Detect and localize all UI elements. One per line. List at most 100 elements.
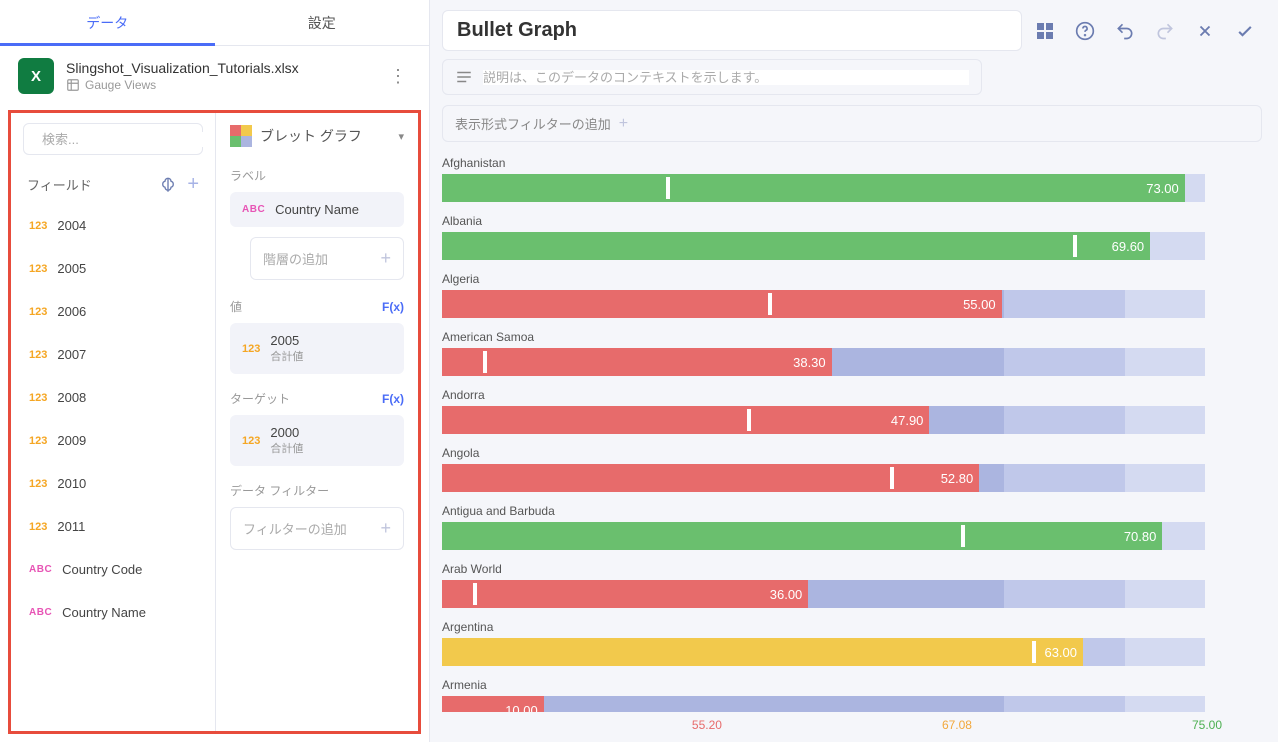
label-section-title: ラベル — [230, 167, 404, 184]
bullet-row: Argentina 63.00 — [442, 620, 1256, 666]
excel-icon: X — [18, 58, 54, 94]
field-item[interactable]: ABCCountry Code — [17, 548, 209, 591]
add-field-icon[interactable]: + — [187, 173, 199, 196]
bullet-row: Arab World 36.00 — [442, 562, 1256, 608]
field-type-badge: ABC — [29, 564, 52, 575]
grid-view-icon[interactable] — [1028, 14, 1062, 48]
field-type-badge: 123 — [29, 306, 47, 318]
close-icon[interactable] — [1188, 14, 1222, 48]
field-item[interactable]: 123 2004 — [17, 204, 209, 247]
chevron-down-icon: ▾ — [398, 130, 404, 143]
bullet-label: Albania — [442, 214, 1256, 228]
confirm-icon[interactable] — [1228, 14, 1262, 48]
bullet-target-mark — [483, 351, 487, 373]
redo-icon[interactable] — [1148, 14, 1182, 48]
fields-editor-region: フィールド + 12320041232005123200612320071232… — [8, 110, 421, 734]
field-item[interactable]: 123 2008 — [17, 376, 209, 419]
search-input[interactable] — [23, 123, 203, 155]
field-item[interactable]: 123 2005 — [17, 247, 209, 290]
bullet-bar: 52.80 — [442, 464, 1256, 492]
bullet-graph-icon — [230, 125, 252, 147]
bullet-label: Afghanistan — [442, 156, 1256, 170]
bullet-bar: 70.80 — [442, 522, 1256, 550]
value-chip[interactable]: 123 2005 合計値 — [230, 323, 404, 374]
bullet-bar: 63.00 — [442, 638, 1256, 666]
field-item[interactable]: 1232010 — [17, 462, 209, 505]
bullet-bar: 47.90 — [442, 406, 1256, 434]
target-section-title: ターゲット — [230, 390, 290, 407]
file-more-icon[interactable]: ⋮ — [385, 62, 411, 91]
bullet-label: Arab World — [442, 562, 1256, 576]
bullet-label: Angola — [442, 446, 1256, 460]
field-name: 2011 — [57, 519, 85, 534]
bullet-target-mark — [890, 467, 894, 489]
sheet-name: Gauge Views — [66, 78, 373, 92]
add-hierarchy-button[interactable]: 階層の追加+ — [250, 237, 404, 280]
bullet-label: Armenia — [442, 678, 1256, 692]
field-name: 2010 — [57, 476, 86, 491]
file-row: X Slingshot_Visualization_Tutorials.xlsx… — [0, 46, 429, 106]
bullet-target-mark — [473, 583, 477, 605]
field-name: 2004 — [57, 218, 86, 233]
bullet-label: Algeria — [442, 272, 1256, 286]
bullet-row: Angola 52.80 — [442, 446, 1256, 492]
viz-title-input[interactable] — [442, 10, 1022, 51]
fx-button-target[interactable]: F(x) — [382, 392, 404, 406]
description-input[interactable] — [442, 59, 982, 95]
tab-settings[interactable]: 設定 — [215, 0, 430, 45]
bullet-value-bar: 73.00 — [442, 174, 1185, 202]
right-panel: 表示形式フィルターの追加+ Afghanistan 73.00 Albania … — [430, 0, 1278, 742]
bullet-value-bar: 55.00 — [442, 290, 1002, 318]
bullet-target-mark — [1073, 235, 1077, 257]
bullet-label: American Samoa — [442, 330, 1256, 344]
tab-data[interactable]: データ — [0, 0, 215, 45]
bullet-row: Andorra 47.90 — [442, 388, 1256, 434]
field-name: 2005 — [57, 261, 86, 276]
undo-icon[interactable] — [1108, 14, 1142, 48]
add-viz-filter-button[interactable]: 表示形式フィルターの追加+ — [442, 105, 1262, 142]
field-type-badge: 123 — [29, 349, 47, 361]
bullet-value-bar: 47.90 — [442, 406, 929, 434]
field-type-badge: ABC — [29, 607, 52, 618]
brain-icon[interactable] — [159, 176, 177, 194]
field-type-badge: 123 — [29, 263, 47, 275]
value-section-title: 値 — [230, 298, 242, 315]
bullet-label: Andorra — [442, 388, 1256, 402]
filter-section-title: データ フィルター — [230, 482, 404, 499]
field-item[interactable]: 1232011 — [17, 505, 209, 548]
field-name: Country Name — [62, 605, 146, 620]
help-icon[interactable] — [1068, 14, 1102, 48]
bullet-target-mark — [747, 409, 751, 431]
field-type-badge: 123 — [29, 435, 47, 447]
field-type-badge: 123 — [29, 220, 47, 232]
field-item[interactable]: 1232007 — [17, 333, 209, 376]
add-data-filter-button[interactable]: フィルターの追加+ — [230, 507, 404, 550]
field-name: 2006 — [57, 304, 86, 319]
bullet-value-bar: 70.80 — [442, 522, 1162, 550]
bullet-bar: 55.00 — [442, 290, 1256, 318]
viz-editor-column: ブレット グラフ ▾ ラベル ABC Country Name 階層の追加+ 値… — [216, 113, 418, 731]
field-list: 1232004123200512320061232007123200812320… — [11, 204, 215, 731]
viz-type-selector[interactable]: ブレット グラフ ▾ — [230, 125, 404, 147]
field-name: 2008 — [57, 390, 86, 405]
field-item[interactable]: 1232009 — [17, 419, 209, 462]
bullet-value-bar: 52.80 — [442, 464, 979, 492]
bullet-bar: 38.30 — [442, 348, 1256, 376]
fx-button-value[interactable]: F(x) — [382, 300, 404, 314]
field-type-badge: 123 — [29, 392, 47, 404]
target-chip[interactable]: 123 2000 合計値 — [230, 415, 404, 466]
fields-title: フィールド — [27, 175, 92, 194]
field-item[interactable]: 123 2006 — [17, 290, 209, 333]
fields-column: フィールド + 12320041232005123200612320071232… — [11, 113, 216, 731]
bullet-target-mark — [1032, 641, 1036, 663]
bullet-bar: 73.00 — [442, 174, 1256, 202]
bullet-label: Argentina — [442, 620, 1256, 634]
label-chip[interactable]: ABC Country Name — [230, 192, 404, 227]
bullet-chart-area: Afghanistan 73.00 Albania 69.60 Algeria … — [442, 156, 1262, 712]
search-field[interactable] — [42, 132, 216, 147]
bullet-value-bar: 63.00 — [442, 638, 1083, 666]
bullet-value-bar: 36.00 — [442, 580, 808, 608]
field-item[interactable]: ABC Country Name — [17, 591, 209, 634]
file-name: Slingshot_Visualization_Tutorials.xlsx — [66, 60, 373, 76]
bullet-row: Antigua and Barbuda 70.80 — [442, 504, 1256, 550]
